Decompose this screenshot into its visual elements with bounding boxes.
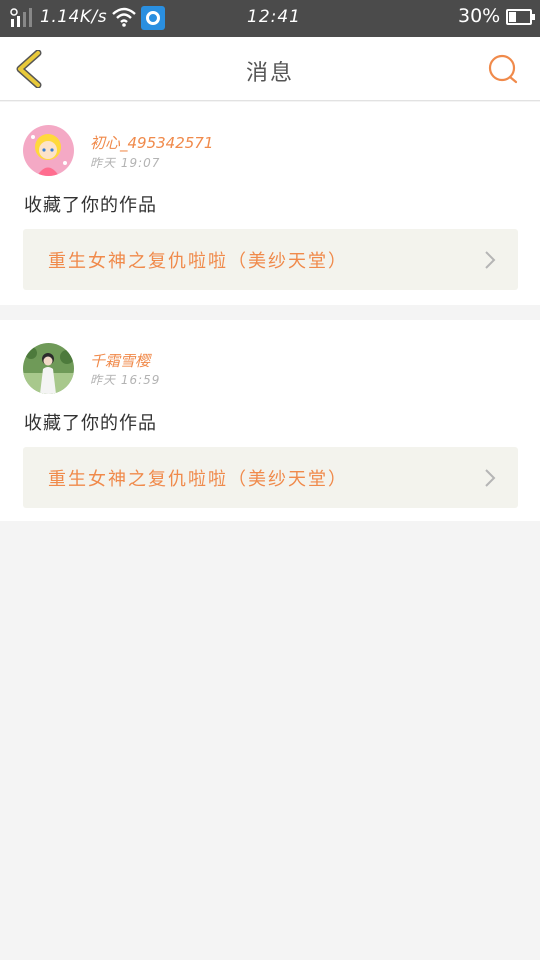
message-card: 初心_495342571 昨天 19:07 收藏了你的作品 重生女神之复仇啦啦（… bbox=[0, 102, 540, 305]
network-speed: 1.14K/s bbox=[40, 7, 108, 27]
search-icon bbox=[488, 54, 518, 84]
battery-icon bbox=[506, 9, 535, 25]
chevron-right-icon bbox=[485, 251, 496, 269]
username[interactable]: 初心_495342571 bbox=[90, 132, 213, 153]
username[interactable]: 千霜雪樱 bbox=[90, 350, 150, 371]
work-link[interactable]: 重生女神之复仇啦啦（美纱天堂） bbox=[23, 447, 518, 508]
avatar[interactable] bbox=[23, 125, 74, 176]
work-title: 重生女神之复仇啦啦（美纱天堂） bbox=[48, 469, 348, 490]
message-text: 收藏了你的作品 bbox=[24, 195, 157, 216]
message-time: 昨天 16:59 bbox=[90, 373, 161, 387]
work-link[interactable]: 重生女神之复仇啦啦（美纱天堂） bbox=[23, 229, 518, 290]
status-bar: 1.14K/s 12:41 30% bbox=[0, 0, 540, 37]
battery-percent: 30% bbox=[458, 5, 501, 27]
message-card: 千霜雪樱 昨天 16:59 收藏了你的作品 重生女神之复仇啦啦（美纱天堂） bbox=[0, 320, 540, 521]
app-notification-icon bbox=[141, 6, 165, 30]
work-title: 重生女神之复仇啦啦（美纱天堂） bbox=[48, 251, 348, 272]
search-button[interactable] bbox=[486, 52, 520, 86]
page-title: 消息 bbox=[245, 61, 294, 86]
nav-header: 消息 bbox=[0, 37, 540, 101]
status-time: 12:41 bbox=[247, 7, 301, 27]
chevron-right-icon bbox=[485, 469, 496, 487]
message-time: 昨天 19:07 bbox=[90, 156, 161, 170]
message-text: 收藏了你的作品 bbox=[24, 413, 157, 434]
signal-icon bbox=[10, 8, 32, 27]
wifi-icon bbox=[112, 7, 136, 27]
avatar[interactable] bbox=[23, 343, 74, 394]
